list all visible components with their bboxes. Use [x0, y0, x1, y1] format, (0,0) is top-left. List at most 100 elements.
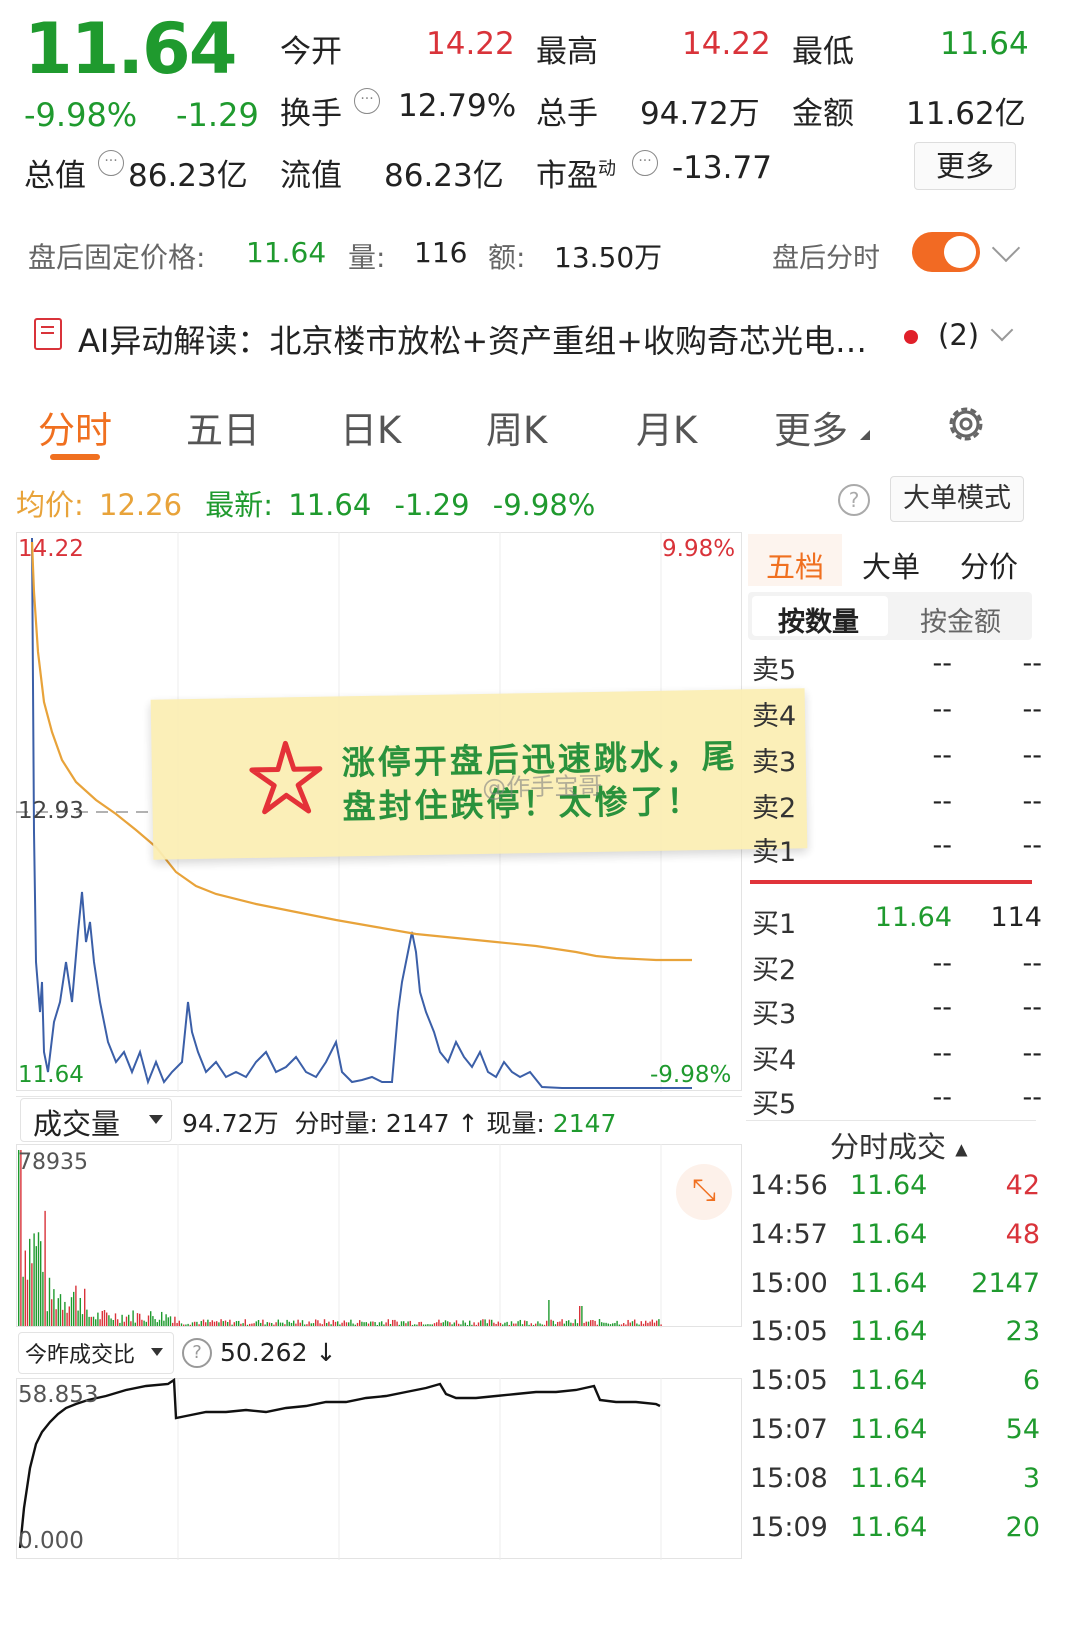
volume-bar — [37, 1232, 40, 1326]
volume-bar — [117, 1319, 119, 1326]
volume-bar — [418, 1322, 420, 1326]
subtab-by-amount[interactable]: 按金额 — [920, 600, 1001, 639]
volume-bar — [442, 1322, 444, 1326]
volume-bar — [409, 1320, 411, 1326]
help-icon[interactable]: ? — [838, 484, 870, 516]
ticks-title[interactable]: 分时成交 ▲ — [830, 1124, 968, 1166]
volume-bar — [295, 1323, 297, 1326]
bid-label: 买5 — [752, 1089, 797, 1120]
after-hours-toggle[interactable] — [912, 232, 980, 272]
ratio-min: 0.000 — [18, 1528, 84, 1554]
ai-expand-chevron-icon[interactable] — [990, 318, 1014, 342]
ratio-help-icon[interactable]: ? — [182, 1338, 212, 1368]
volume-bar — [477, 1322, 480, 1326]
ai-banner-text[interactable]: AI异动解读：北京楼市放松+资产重组+收购奇芯光电… — [78, 316, 898, 362]
bid-price: 11.64 — [874, 902, 952, 933]
volume-bar — [315, 1319, 317, 1326]
volume-bar — [152, 1316, 154, 1326]
volume-bar — [209, 1322, 211, 1326]
volume-bar — [365, 1322, 367, 1326]
more-button[interactable]: 更多 — [914, 142, 1016, 190]
volume-bar — [125, 1316, 128, 1326]
ratio-value: 50.262 ↓ — [220, 1338, 336, 1367]
volume-bar — [205, 1322, 207, 1326]
volume-indicator-select[interactable]: 成交量 — [20, 1098, 172, 1142]
expand-icon[interactable]: ⤡ — [676, 1164, 732, 1220]
volume-bar — [110, 1318, 112, 1326]
volume-bar — [180, 1323, 183, 1326]
turnover-info-icon[interactable]: ··· — [354, 88, 380, 114]
ask-volume: -- — [1022, 694, 1043, 725]
volume-bar — [416, 1324, 418, 1326]
tab-monthly-k[interactable]: 月K — [636, 400, 697, 454]
volume-bar — [576, 1323, 579, 1326]
volume-bar — [345, 1322, 348, 1326]
volume-bar — [323, 1319, 326, 1326]
volume-bar — [31, 1263, 33, 1326]
volume-bar — [150, 1311, 152, 1326]
volume-bar — [449, 1322, 451, 1326]
volume-bar — [334, 1321, 337, 1326]
volume-bar — [40, 1241, 42, 1326]
volume-bar — [583, 1322, 585, 1326]
volume-bar — [420, 1321, 422, 1326]
pe-label-sup: 动 — [598, 158, 616, 180]
volume-bar — [200, 1321, 202, 1326]
tab-big-orders[interactable]: 大单 — [862, 544, 920, 586]
tick-row: 15:05 11.64 6 — [750, 1365, 1040, 1413]
tick-time: 14:57 — [750, 1218, 828, 1250]
volume-bar — [438, 1319, 440, 1326]
ask-row: 卖5 -- -- — [752, 648, 1042, 694]
volume-bar — [535, 1323, 537, 1326]
tab-daily-k[interactable]: 日K — [340, 400, 401, 454]
volume-bar — [196, 1321, 198, 1326]
watermark: @作手宝哥 — [481, 771, 603, 802]
tab-weekly-k[interactable]: 周K — [486, 400, 547, 454]
bid-label: 买2 — [752, 955, 797, 986]
volume-bar — [132, 1310, 134, 1326]
volume-bar — [574, 1319, 576, 1326]
volume-value: 94.72万 — [640, 96, 760, 132]
volume-bar — [185, 1324, 187, 1326]
tick-volume: 42 — [1005, 1170, 1040, 1201]
volume-bar — [172, 1322, 174, 1326]
tab-five-day[interactable]: 五日 — [186, 400, 260, 454]
gear-icon[interactable] — [944, 402, 988, 446]
volume-bar — [275, 1322, 277, 1326]
tab-intraday[interactable]: 分时 — [38, 400, 112, 454]
subtab-by-quantity[interactable]: 按数量 — [778, 600, 859, 639]
chevron-down-icon[interactable] — [991, 233, 1021, 263]
mktcap-info-icon[interactable]: ··· — [98, 150, 124, 176]
volume-bar — [233, 1322, 235, 1326]
tick-row: 15:09 11.64 20 — [750, 1512, 1040, 1560]
change-amount: -1.29 — [176, 96, 259, 134]
ratio-value-text: 50.262 — [220, 1338, 308, 1367]
volume-bar — [521, 1324, 524, 1326]
ask-volume: -- — [1022, 648, 1043, 679]
tab-more[interactable]: 更多 — [774, 400, 848, 454]
pe-info-icon[interactable]: ··· — [632, 150, 658, 176]
volume-bar — [605, 1322, 607, 1326]
big-order-mode-button[interactable]: 大单模式 — [890, 476, 1024, 522]
tab-five-levels[interactable]: 五档 — [766, 544, 824, 586]
high-value: 14.22 — [682, 26, 771, 62]
volume-bar — [363, 1322, 365, 1326]
ask-label: 卖1 — [752, 837, 797, 868]
tab-price-distribution[interactable]: 分价 — [960, 544, 1018, 586]
volume-bar — [99, 1319, 101, 1326]
ai-unread-dot — [904, 330, 918, 344]
volume-bar — [123, 1321, 125, 1326]
volume-bar — [119, 1322, 121, 1326]
volume-bar — [359, 1320, 361, 1326]
chart-top-price: 14.22 — [18, 536, 84, 562]
volume-summary: 94.72万 分时量: 2147 ↑ 现量: 2147 — [182, 1104, 616, 1140]
chart-top-pct: 9.98% — [662, 536, 736, 562]
tick-row: 15:00 11.64 2147 — [750, 1268, 1040, 1316]
ratio-indicator-select[interactable]: 今昨成交比 — [18, 1332, 174, 1374]
volume-bar — [473, 1322, 475, 1326]
ask-label: 卖5 — [752, 655, 797, 686]
volume-bar — [46, 1311, 48, 1326]
volume-bar — [266, 1322, 268, 1326]
volume-bar — [86, 1309, 88, 1326]
ask-price: -- — [932, 740, 953, 771]
